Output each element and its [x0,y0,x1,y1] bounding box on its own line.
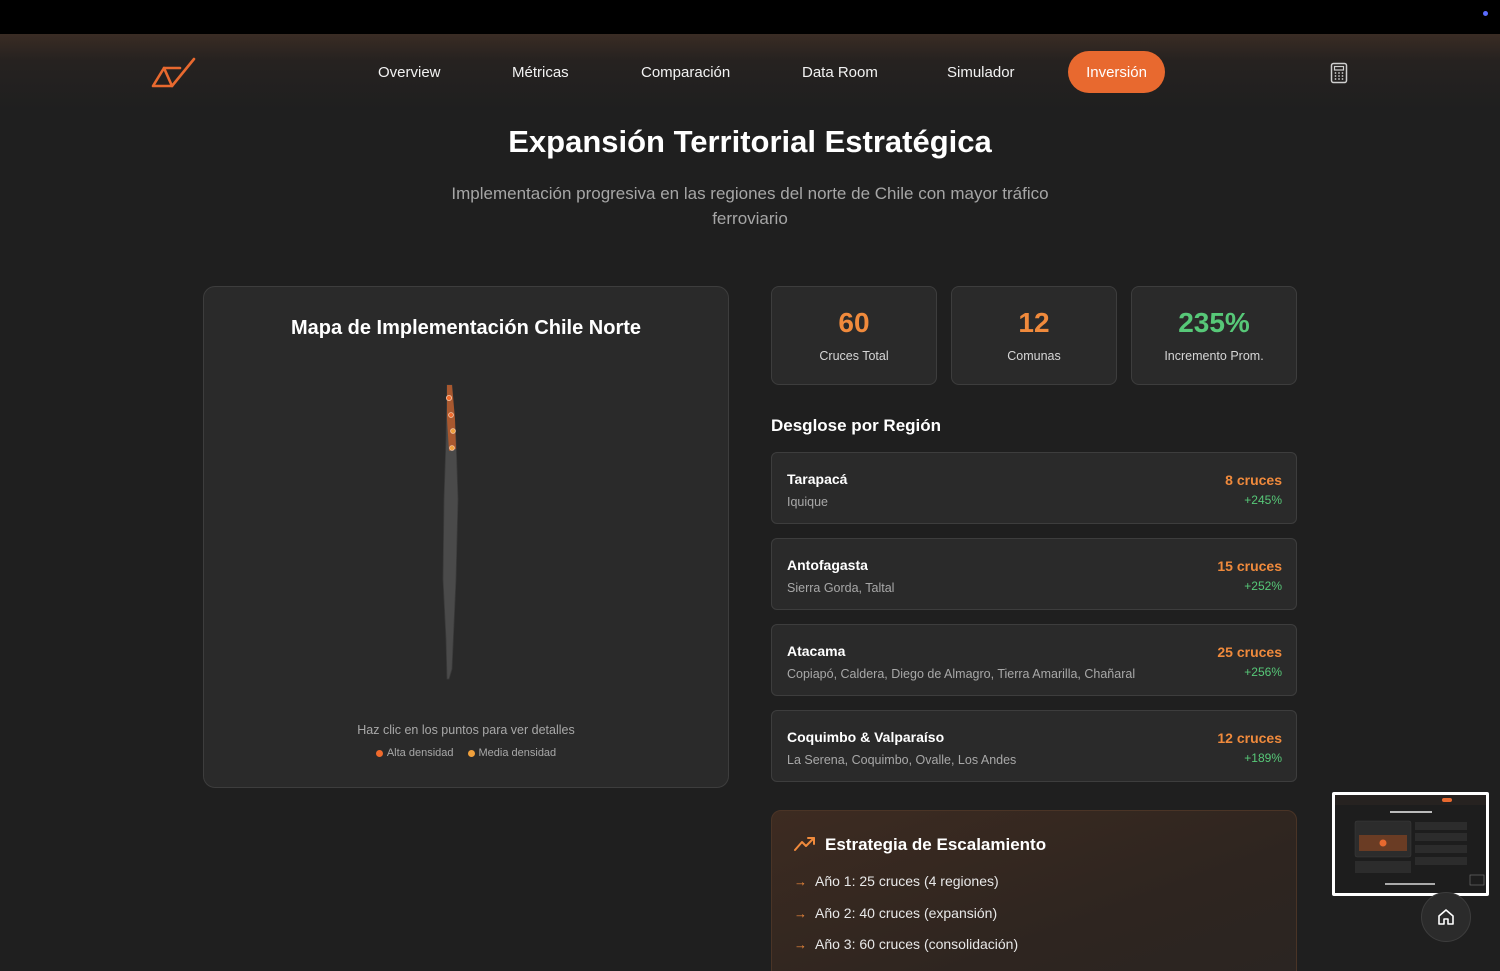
home-icon [1438,909,1454,925]
region-name: Antofagasta [787,557,868,573]
region-cities: Iquique [787,495,829,509]
map-point-atacama[interactable] [450,428,456,434]
breakdown-title: Desglose por Región [771,416,942,435]
region-card-antofagasta[interactable]: Antofagasta Sierra Gorda, Taltal 15 cruc… [771,538,1297,610]
thumbnail-miniature [1335,795,1486,886]
nav-overview[interactable]: Overview [378,64,441,81]
page-subtitle: Implementación progresiva en las regione… [451,184,1049,228]
legend-label-medium: Media densidad [478,747,557,759]
map-title: Mapa de Implementación Chile Norte [290,317,642,339]
nav-metricas[interactable]: Métricas [512,64,569,81]
map-point-coquimbo[interactable] [449,445,455,451]
stat-card-cruces: 60 Cruces Total [771,286,937,385]
stat-label-cruces: Cruces Total [819,349,889,363]
chile-north-map [442,384,459,680]
strategy-card: Estrategia de Escalamiento → Año 1: 25 c… [771,810,1297,971]
region-count: 8 cruces [1225,472,1282,488]
region-pct: +245% [1244,493,1282,507]
map-legend: Alta densidad Media densidad [204,747,728,759]
nav-data-room[interactable]: Data Room [802,64,878,81]
region-count: 15 cruces [1217,558,1282,574]
thumbnail-content [1335,795,1486,893]
strategy-item: → Año 1: 25 cruces (4 regiones) [794,873,999,889]
region-card-atacama[interactable]: Atacama Copiapó, Caldera, Diego de Almag… [771,624,1297,696]
trending-up-icon [794,837,815,851]
stat-value-cruces: 60 [838,307,870,338]
region-cities: Sierra Gorda, Taltal [787,581,895,595]
region-card-coquimbo-valparaiso[interactable]: Coquimbo & Valparaíso La Serena, Coquimb… [771,710,1297,782]
region-pct: +252% [1244,579,1282,593]
logo-icon[interactable] [150,56,198,90]
strategy-title: Estrategia de Escalamiento [825,835,1047,854]
nav-comparacion[interactable]: Comparación [641,64,730,81]
stat-card-incremento: 235% Incremento Prom. [1131,286,1297,385]
region-name: Coquimbo & Valparaíso [787,729,945,745]
arrow-right-icon: → [794,936,807,952]
browser-top-bar [0,0,1500,34]
strategy-item-text: Año 2: 40 cruces (expansión) [815,905,998,921]
page-title: Expansión Territorial Estratégica [508,124,992,159]
nav-simulador[interactable]: Simulador [947,64,1015,81]
map-hint: Haz clic en los puntos para ver detalles [357,723,575,737]
strategy-item: → Año 3: 60 cruces (consolidación) [794,936,1018,952]
stat-value-incremento: 235% [1178,307,1250,338]
legend-item-medium: Media densidad [467,747,557,759]
top-navigation: Overview Métricas Comparación Data Room … [0,34,1500,110]
map-point-antofagasta[interactable] [448,412,454,418]
strategy-item-text: Año 3: 60 cruces (consolidación) [815,936,1019,952]
legend-label-high: Alta densidad [386,747,454,759]
arrow-right-icon: → [794,905,807,921]
stat-label-incremento: Incremento Prom. [1164,349,1264,363]
region-pct: +256% [1244,665,1282,679]
region-name: Atacama [787,643,846,659]
region-name: Tarapacá [787,471,848,487]
stat-label-comunas: Comunas [1007,349,1061,363]
map-card: Mapa de Implementación Chile Norte Haz c… [203,286,729,788]
map-point-tarapaca[interactable] [445,394,452,401]
region-count: 25 cruces [1217,644,1282,660]
region-cities: Copiapó, Caldera, Diego de Almagro, Tier… [787,667,1136,681]
region-pct: +189% [1244,751,1282,765]
legend-dot-high [375,749,383,757]
region-card-tarapaca[interactable]: Tarapacá Iquique 8 cruces +245% [771,452,1297,524]
region-cities: La Serena, Coquimbo, Ovalle, Los Andes [787,753,1017,767]
strategy-item: → Año 2: 40 cruces (expansión) [794,905,997,921]
status-dot [1483,11,1488,16]
home-button[interactable] [1421,892,1471,942]
calculator-icon[interactable] [1329,62,1349,84]
legend-item-high: Alta densidad [375,747,454,759]
arrow-right-icon: → [794,873,807,889]
legend-dot-medium [467,749,475,757]
region-count: 12 cruces [1217,730,1282,746]
strategy-item-text: Año 1: 25 cruces (4 regiones) [815,873,999,889]
stat-card-comunas: 12 Comunas [951,286,1117,385]
stat-value-comunas: 12 [1018,307,1050,338]
page-thumbnail-preview[interactable] [1332,792,1489,896]
nav-inversion[interactable]: Inversión [1068,51,1165,93]
